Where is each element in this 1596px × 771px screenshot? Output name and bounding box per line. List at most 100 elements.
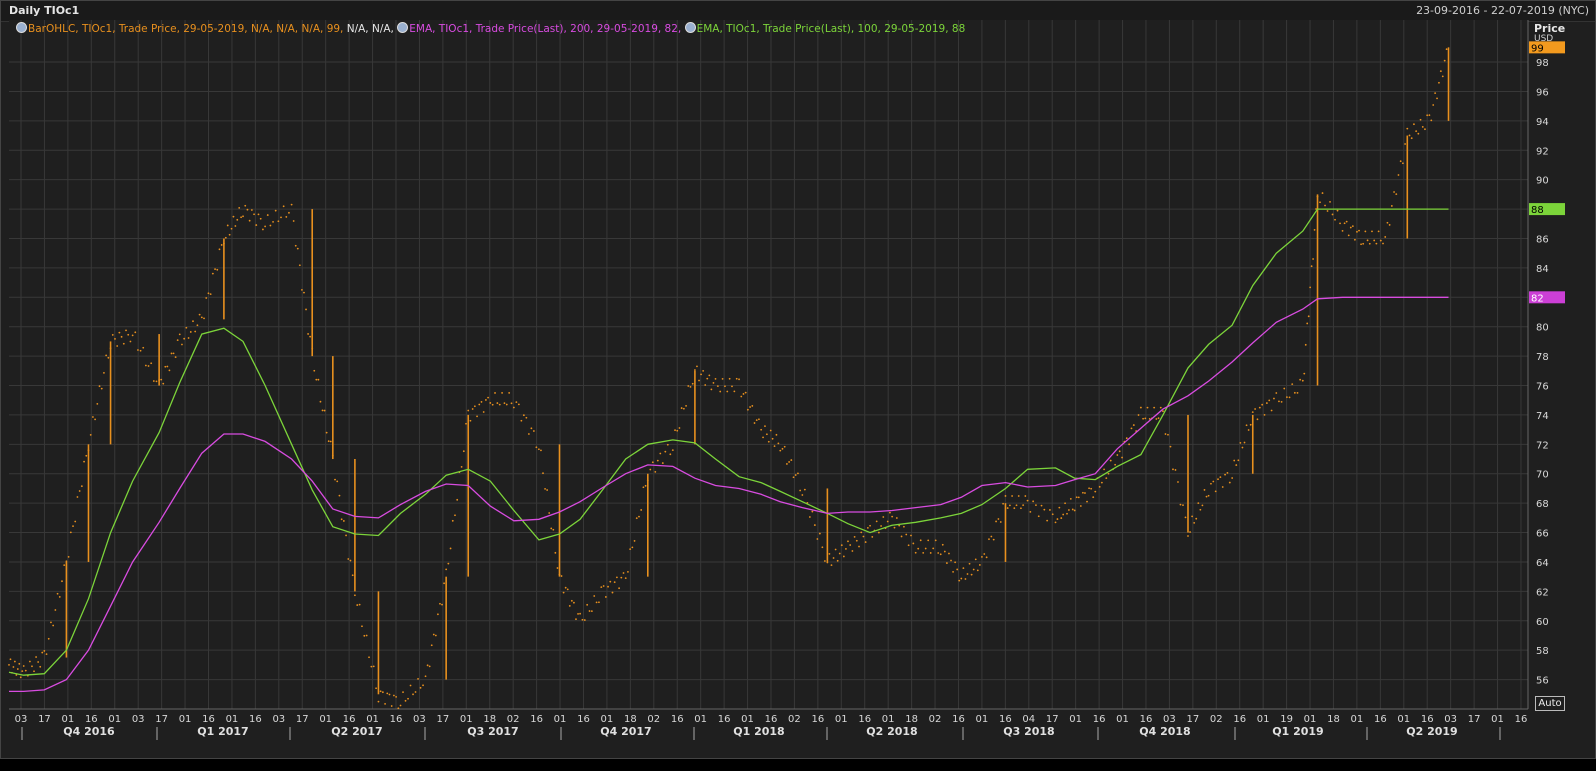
chart-svg[interactable]: 98 96 94 92 90 88 86 84 82 80 78 76 74 72 70 68 66 64 62 60…	[0, 0, 1596, 771]
price-point	[301, 288, 303, 291]
price-point	[1174, 469, 1177, 471]
price-point	[460, 465, 463, 468]
price-point	[198, 313, 201, 316]
price-point	[1105, 477, 1108, 480]
price-point	[456, 498, 459, 501]
price-point	[307, 333, 309, 335]
price-point	[1040, 504, 1043, 507]
price-point	[1347, 234, 1350, 237]
price-point	[1249, 423, 1252, 426]
price-point	[205, 297, 208, 299]
auto-scale-button[interactable]: Auto	[1535, 696, 1565, 711]
legend-clock-icon[interactable]	[16, 22, 27, 33]
price-point	[384, 702, 386, 705]
legend-clock-icon[interactable]	[684, 22, 696, 33]
price-point	[1195, 517, 1198, 520]
price-point	[593, 595, 596, 597]
quarter-label: Q3 2018	[1003, 725, 1054, 738]
price-point	[1017, 495, 1020, 497]
x-tick-label: 02	[788, 714, 801, 725]
y-tick-label: 60	[1536, 617, 1549, 628]
price-point	[1177, 481, 1179, 483]
price-point	[1002, 502, 1005, 505]
price-point	[544, 487, 546, 490]
price-point	[1107, 472, 1110, 475]
price-point	[627, 570, 629, 573]
price-point	[67, 555, 70, 558]
price-point	[200, 316, 203, 319]
price-point	[530, 427, 533, 430]
price-point	[968, 562, 971, 565]
price-point	[9, 658, 12, 661]
price-point	[426, 664, 429, 667]
price-point	[1046, 519, 1049, 522]
price-point	[290, 203, 293, 206]
price-point	[919, 539, 922, 542]
price-point	[1303, 372, 1306, 375]
x-tick-label: 16	[1374, 714, 1387, 725]
y-tick-label: 78	[1536, 352, 1549, 363]
price-point	[1291, 383, 1294, 386]
price-point	[1413, 123, 1415, 126]
y-tick-label: 80	[1536, 323, 1549, 334]
price-point	[1415, 130, 1418, 133]
price-point	[838, 552, 841, 555]
price-point	[1293, 391, 1296, 394]
price-point	[858, 545, 860, 548]
price-point	[1187, 535, 1189, 537]
x-tick-label: 01	[319, 714, 332, 725]
x-tick-label: 16	[718, 714, 731, 725]
price-point	[107, 356, 110, 359]
price-point	[482, 411, 485, 413]
price-point	[72, 525, 74, 528]
price-point	[520, 419, 523, 422]
price-point	[1212, 480, 1215, 483]
price-point	[319, 400, 322, 403]
price-point	[1364, 230, 1367, 233]
plot-area	[9, 20, 1528, 709]
x-tick-label: 16	[390, 714, 403, 725]
price-point	[537, 448, 540, 451]
price-point	[240, 216, 243, 219]
legend-clock-icon[interactable]	[397, 22, 409, 33]
price-point	[372, 665, 375, 668]
price-point	[583, 619, 586, 621]
price-point	[952, 570, 954, 573]
price-point	[731, 385, 733, 388]
price-point	[1233, 459, 1236, 462]
price-point	[785, 463, 788, 465]
price-point	[1098, 485, 1101, 488]
price-point	[674, 429, 676, 432]
price-point	[162, 382, 165, 385]
price-point	[790, 459, 793, 461]
x-tick-label: 01	[226, 714, 239, 725]
price-point	[305, 308, 307, 311]
price-point	[349, 559, 352, 562]
price-point	[292, 220, 295, 222]
price-point	[721, 377, 724, 380]
price-point	[773, 445, 776, 447]
price-point	[886, 520, 889, 523]
price-point	[439, 602, 441, 605]
quarter-label: Q4 2016	[63, 725, 115, 738]
price-point	[803, 488, 806, 491]
y-tick-label: 92	[1536, 146, 1549, 157]
price-point	[24, 669, 27, 672]
price-point	[1388, 224, 1391, 226]
price-point	[1219, 476, 1222, 479]
y-tick-label: 64	[1536, 558, 1549, 569]
price-point	[1324, 204, 1326, 207]
price-point	[738, 378, 740, 381]
price-point	[1377, 230, 1380, 233]
price-point	[78, 490, 81, 492]
price-point	[61, 580, 63, 583]
price-point	[1254, 408, 1257, 410]
price-point	[910, 534, 912, 537]
price-point	[1319, 201, 1321, 204]
price-point	[412, 693, 414, 696]
price-point	[303, 291, 305, 294]
x-tick-label: 01	[179, 714, 192, 725]
price-point	[830, 564, 833, 567]
price-point	[1103, 468, 1105, 471]
x-tick-label: 02	[1210, 714, 1223, 725]
